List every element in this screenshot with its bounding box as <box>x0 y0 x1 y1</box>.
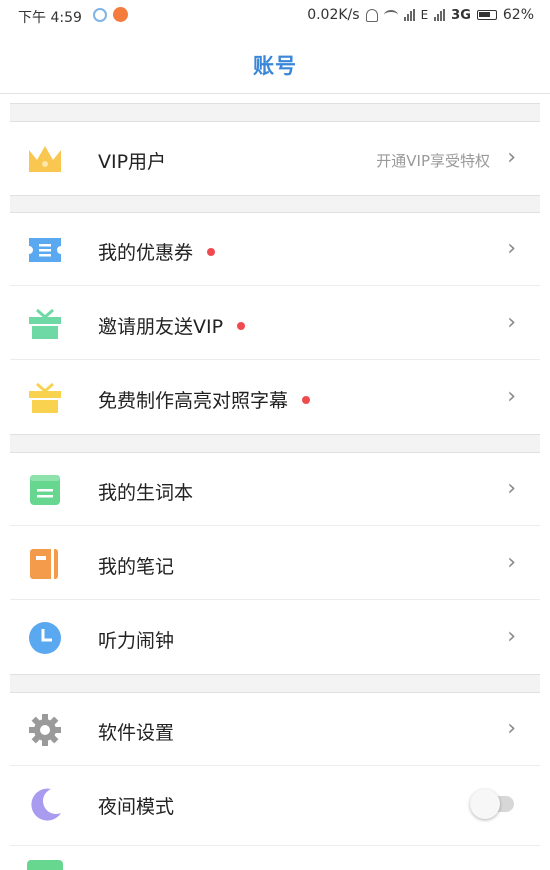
row-label: 邀请朋友送VIP <box>98 312 246 339</box>
chevron-right-icon: › <box>507 310 516 335</box>
network-speed: 0.02K/s <box>307 7 360 23</box>
book-icon <box>30 475 60 505</box>
night-mode-toggle[interactable] <box>470 789 520 819</box>
row-label: 听力闹钟 <box>98 630 175 652</box>
chevron-right-icon: › <box>507 624 516 649</box>
partial-icon <box>27 860 63 870</box>
chevron-right-icon: › <box>507 476 516 501</box>
new-badge-dot <box>237 321 246 330</box>
moon-icon <box>31 788 61 821</box>
row-app-settings[interactable]: 软件设置 › <box>10 693 540 766</box>
ticket-icon <box>29 238 61 262</box>
network-type-e: E <box>420 8 429 22</box>
row-free-subtitles[interactable]: 免费制作高亮对照字幕 › <box>10 361 540 434</box>
chevron-right-icon: › <box>507 236 516 261</box>
signal-icon-2 <box>434 9 446 21</box>
row-my-notes[interactable]: 我的笔记 › <box>10 527 540 600</box>
crown-icon <box>29 146 61 172</box>
row-vip-user[interactable]: VIP用户 开通VIP享受特权 › <box>10 122 540 195</box>
mute-bell-icon <box>365 8 378 22</box>
row-listening-alarm[interactable]: 听力闹钟 › <box>10 601 540 674</box>
gift-icon <box>29 308 61 339</box>
row-night-mode[interactable]: 夜间模式 <box>10 767 540 840</box>
battery-percent: 62% <box>502 7 534 23</box>
row-invite-friends[interactable]: 邀请朋友送VIP › <box>10 287 540 360</box>
section-divider <box>10 674 540 693</box>
network-type: 3G <box>451 7 471 23</box>
status-time: 下午 4:59 <box>18 10 82 26</box>
row-vocab-book[interactable]: 我的生词本 › <box>10 453 540 526</box>
gear-icon <box>29 714 61 746</box>
app-notification-icon <box>113 7 128 22</box>
sync-icon <box>93 7 107 22</box>
battery-icon <box>476 10 497 20</box>
section-divider <box>10 434 540 453</box>
row-my-coupons[interactable]: 我的优惠券 › <box>10 213 540 286</box>
row-label: 免费制作高亮对照字幕 <box>98 386 311 413</box>
chevron-right-icon: › <box>507 384 516 409</box>
row-partial[interactable] <box>10 845 540 870</box>
chevron-right-icon: › <box>507 716 516 741</box>
row-label: 我的优惠券 <box>98 238 216 265</box>
new-badge-dot <box>207 247 216 256</box>
new-badge-dot <box>302 395 311 404</box>
gift-icon <box>29 382 61 413</box>
row-label: 我的笔记 <box>98 556 175 578</box>
clock-icon <box>29 622 61 654</box>
page-title: 账号 <box>253 54 297 78</box>
chevron-right-icon: › <box>507 550 516 575</box>
status-bar: 下午 4:59 0.02K/s E 3G 62% <box>0 0 550 32</box>
row-label: 我的生词本 <box>98 482 194 504</box>
wifi-icon <box>383 10 398 20</box>
section-divider <box>10 103 540 122</box>
row-label: 夜间模式 <box>98 796 175 818</box>
row-label: VIP用户 <box>98 151 167 173</box>
signal-icon <box>403 9 415 21</box>
notebook-icon <box>30 549 58 579</box>
row-label: 软件设置 <box>98 722 175 744</box>
section-divider <box>10 195 540 213</box>
vip-hint: 开通VIP享受特权 <box>376 152 490 170</box>
chevron-right-icon: › <box>507 145 516 170</box>
title-bar: 账号 <box>0 32 550 94</box>
